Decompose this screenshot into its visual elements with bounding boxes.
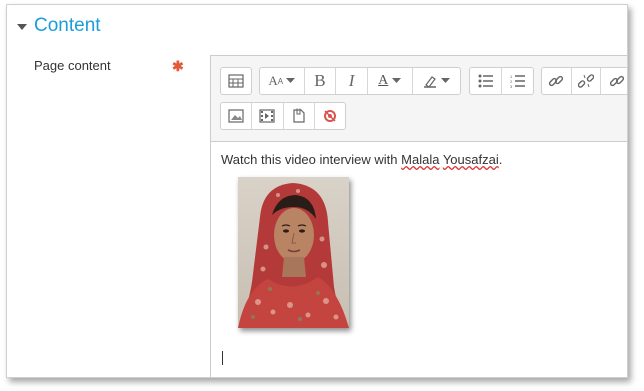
content-section: Content Page content ✱ AA B I A 1 2 3 Wa… xyxy=(6,4,628,378)
text-cursor xyxy=(222,351,223,365)
editor-content-area[interactable]: Watch this video interview with Malala Y… xyxy=(221,152,627,377)
embedded-image[interactable] xyxy=(238,177,349,328)
editor-period: . xyxy=(498,152,503,167)
background-color-icon[interactable] xyxy=(413,68,461,94)
link-extra-icon[interactable] xyxy=(601,68,627,94)
svg-text:3: 3 xyxy=(510,84,513,88)
manage-files-icon[interactable] xyxy=(284,103,315,129)
spellcheck-word: Yousafzai xyxy=(442,152,499,167)
toolbar-group-links xyxy=(541,67,627,95)
section-header[interactable]: Content xyxy=(17,15,101,37)
editor-text: Watch this video interview with xyxy=(221,152,402,167)
font-size-icon[interactable]: AA xyxy=(260,68,305,94)
section-title: Content xyxy=(34,15,101,36)
record-audio-icon[interactable] xyxy=(315,103,345,129)
required-icon: ✱ xyxy=(172,58,184,74)
toolbar-group-lists: 123 xyxy=(469,67,534,95)
insert-media-icon[interactable] xyxy=(252,103,284,129)
editor-text-line: Watch this video interview with Malala Y… xyxy=(221,152,502,167)
show-more-buttons-icon[interactable] xyxy=(221,68,251,94)
font-color-icon[interactable]: A xyxy=(368,68,413,94)
page-content-editor[interactable]: AA B I A 123 Watch this video interview … xyxy=(210,55,627,377)
ordered-list-icon[interactable]: 123 xyxy=(502,68,533,94)
insert-image-icon[interactable] xyxy=(221,103,253,129)
italic-icon[interactable]: I xyxy=(336,68,368,94)
editor-toolbar: AA B I A 123 xyxy=(211,56,627,142)
toolbar-group-files xyxy=(220,102,346,130)
bold-icon[interactable]: B xyxy=(305,68,337,94)
collapse-triangle-icon[interactable] xyxy=(17,24,27,30)
toolbar-group-collapse xyxy=(220,67,252,95)
link-icon[interactable] xyxy=(542,68,572,94)
page-content-label: Page content xyxy=(34,58,111,73)
unlink-icon[interactable] xyxy=(572,68,602,94)
spellcheck-word: Malala xyxy=(401,152,440,167)
unordered-list-icon[interactable] xyxy=(470,68,502,94)
toolbar-group-style: AA B I A xyxy=(259,67,461,95)
